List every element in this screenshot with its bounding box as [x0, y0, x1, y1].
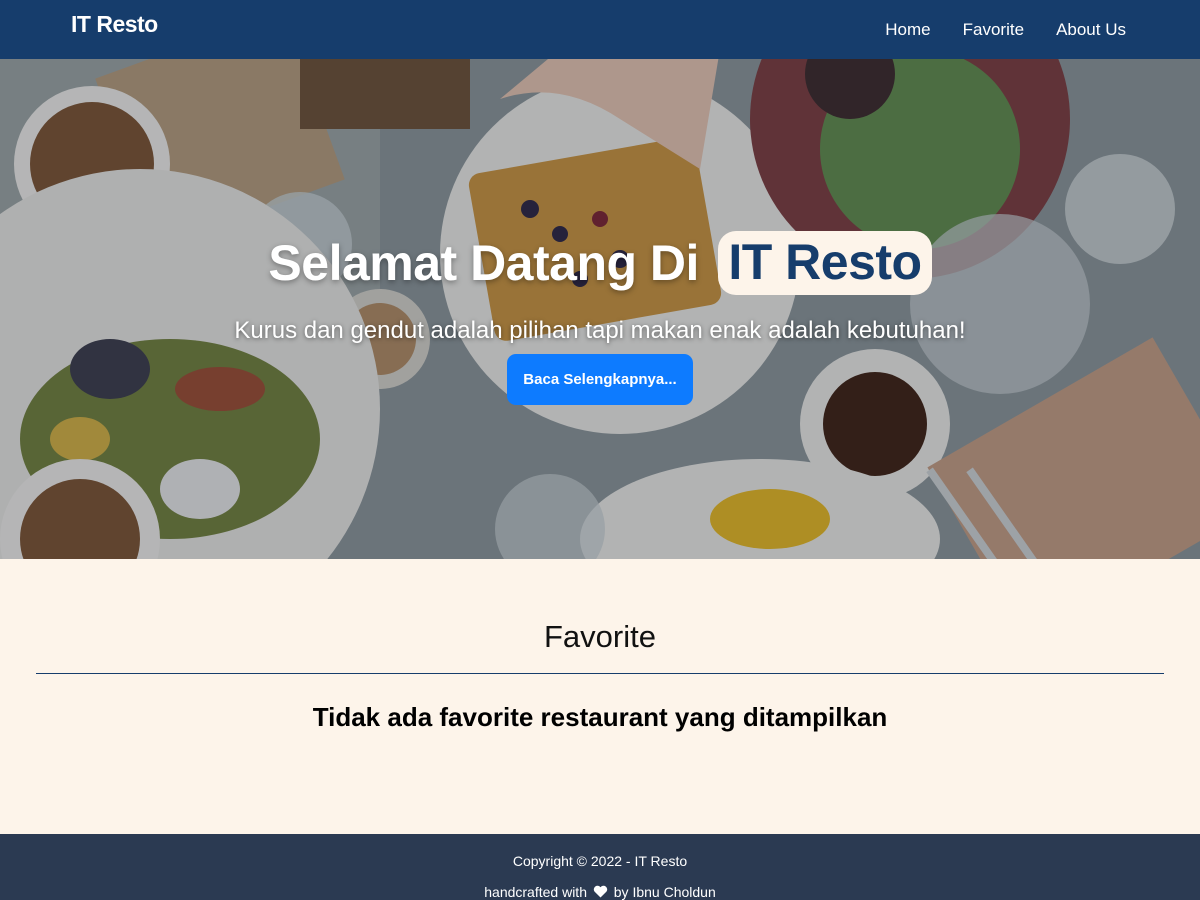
favorite-divider — [36, 673, 1164, 674]
heart-icon — [593, 885, 608, 898]
nav-link-favorite[interactable]: Favorite — [963, 20, 1024, 40]
hero-overlay — [0, 59, 1200, 559]
hero-title-prefix: Selamat Datang Di — [268, 234, 699, 291]
footer-credit-suffix: by Ibnu Choldun — [613, 884, 716, 900]
favorite-empty-message: Tidak ada favorite restaurant yang ditam… — [312, 702, 888, 732]
footer: Copyright © 2022 - IT Resto handcrafted … — [0, 834, 1200, 900]
hero-title: Selamat Datang Di IT Resto — [0, 230, 1200, 295]
brand-logo[interactable]: IT Resto — [71, 11, 158, 38]
read-more-button[interactable]: Baca Selengkapnya... — [507, 354, 693, 405]
footer-credit: handcrafted with by Ibnu Choldun — [0, 884, 1200, 900]
nav-link-about-us[interactable]: About Us — [1056, 20, 1126, 40]
footer-copyright: Copyright © 2022 - IT Resto — [512, 853, 688, 869]
favorite-heading: Favorite — [544, 619, 656, 654]
hero-title-highlight: IT Resto — [718, 230, 932, 295]
nav-link-home[interactable]: Home — [885, 20, 930, 40]
nav-links: Home Favorite About Us — [885, 0, 1126, 59]
footer-credit-prefix: handcrafted with — [484, 884, 587, 900]
navbar: IT Resto Home Favorite About Us — [0, 0, 1200, 59]
favorite-section: Favorite Tidak ada favorite restaurant y… — [0, 559, 1200, 834]
hero: Selamat Datang Di IT Resto Kurus dan gen… — [0, 59, 1200, 559]
hero-subtitle: Kurus dan gendut adalah pilihan tapi mak… — [234, 317, 966, 344]
